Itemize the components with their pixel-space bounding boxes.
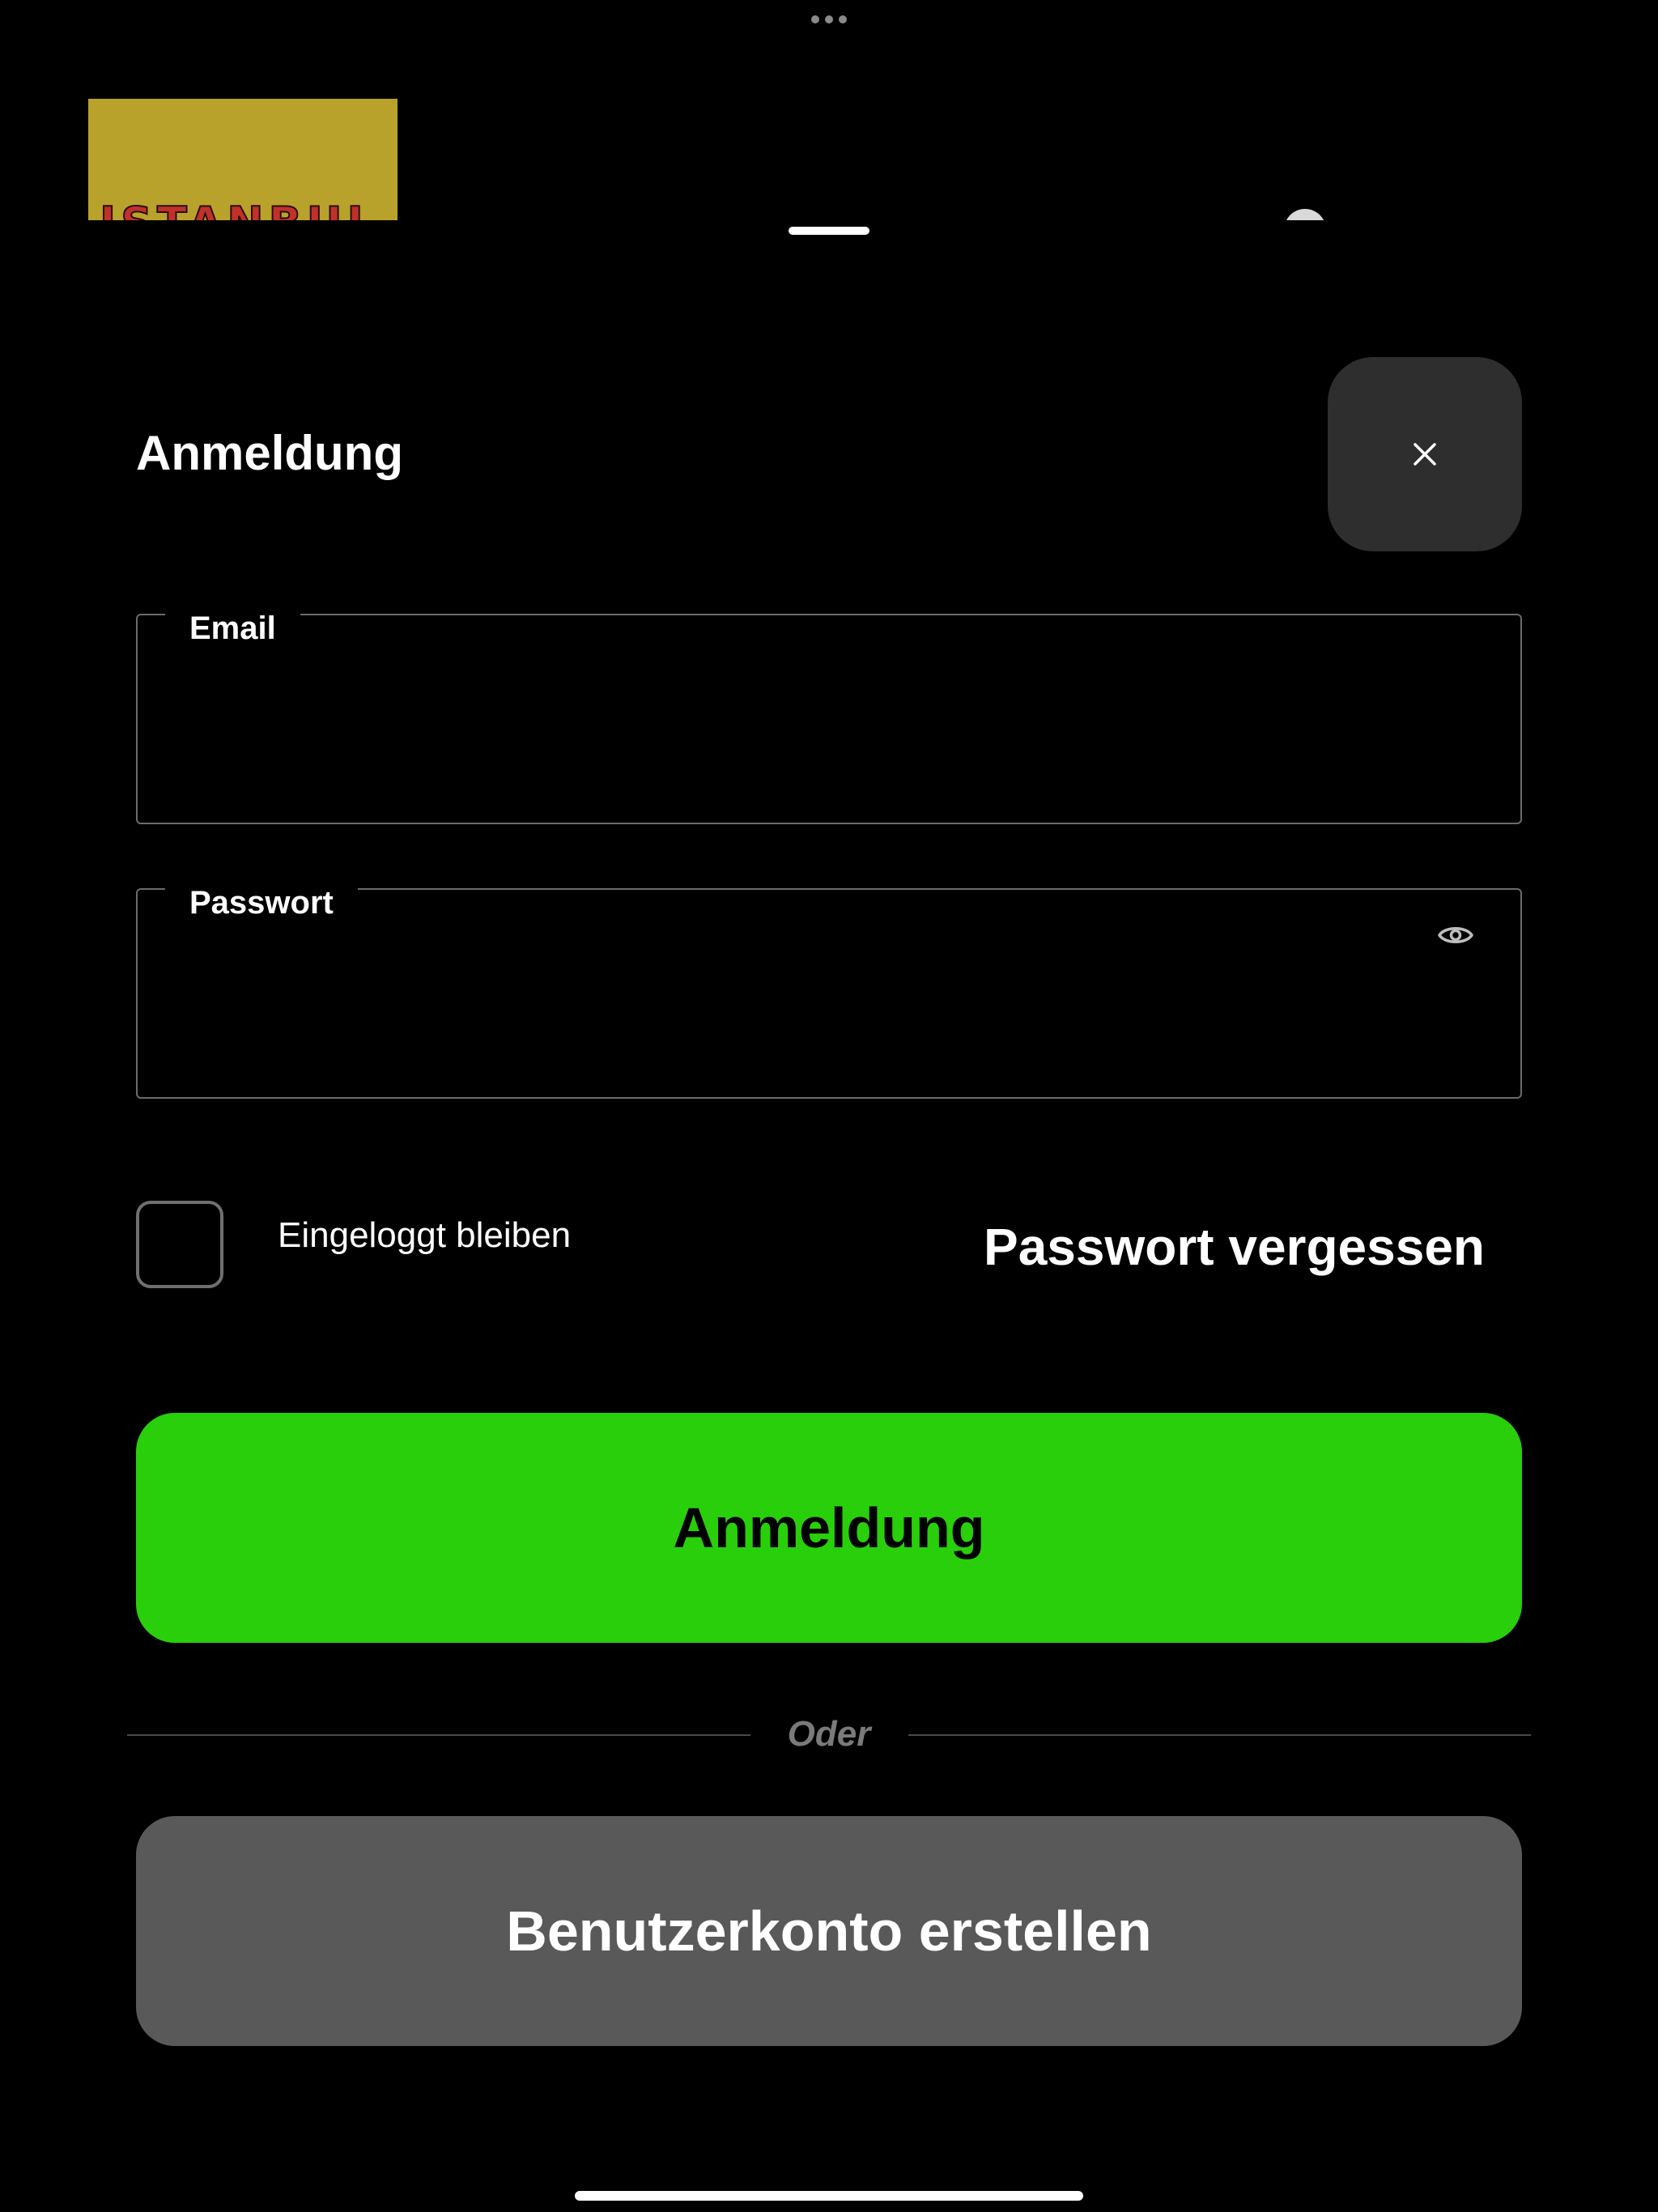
remember-me-checkbox[interactable] — [136, 1201, 223, 1288]
password-label: Passwort — [165, 880, 358, 925]
close-button[interactable] — [1328, 357, 1522, 551]
account-icon — [1284, 209, 1326, 220]
divider-label: Oder — [787, 1714, 871, 1754]
background-page-peek: ISTANBUL — [0, 0, 1658, 220]
sheet-title: Anmeldung — [136, 426, 403, 480]
home-indicator[interactable] — [575, 2191, 1083, 2201]
close-icon — [1414, 443, 1436, 466]
login-button[interactable]: Anmeldung — [136, 1413, 1522, 1643]
restaurant-logo-text: ISTANBUL — [99, 197, 380, 220]
password-field[interactable]: Passwort — [136, 880, 1522, 1099]
divider-line-right — [908, 1734, 1531, 1736]
create-account-button[interactable]: Benutzerkonto erstellen — [136, 1816, 1522, 2046]
divider-line-left — [127, 1734, 750, 1736]
restaurant-logo: ISTANBUL — [88, 99, 397, 220]
sheet-grabber-handle[interactable] — [789, 227, 869, 235]
email-label: Email — [165, 606, 300, 651]
eye-icon — [1438, 927, 1473, 943]
forgot-password-link[interactable]: Passwort vergessen — [984, 1218, 1485, 1276]
email-field[interactable]: Email — [136, 606, 1522, 824]
show-password-button[interactable] — [1433, 912, 1478, 958]
email-input[interactable] — [186, 696, 1407, 763]
remember-me-label: Eingeloggt bleiben — [278, 1215, 572, 1255]
password-input[interactable] — [186, 971, 1407, 1037]
